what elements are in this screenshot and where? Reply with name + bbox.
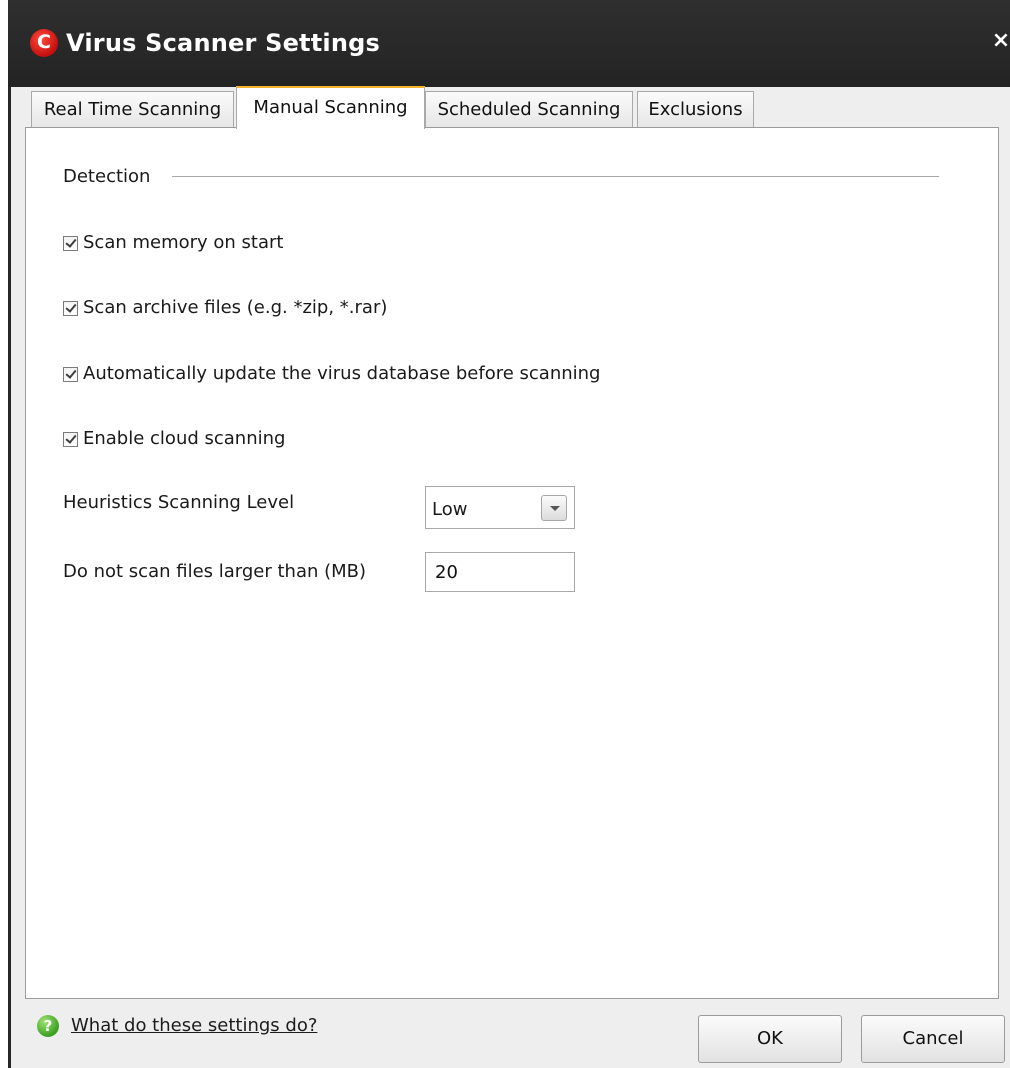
tab-real-time-scanning[interactable]: Real Time Scanning bbox=[31, 91, 234, 127]
tab-manual-scanning[interactable]: Manual Scanning bbox=[236, 86, 425, 129]
section-label-detection: Detection bbox=[63, 166, 151, 187]
heuristics-level-value: Low bbox=[432, 499, 468, 520]
question-icon: ? bbox=[37, 1015, 59, 1037]
tab-exclusions[interactable]: Exclusions bbox=[637, 91, 754, 127]
max-file-size-label: Do not scan files larger than (MB) bbox=[63, 561, 367, 582]
auto-update-label: Automatically update the virus database … bbox=[83, 363, 601, 384]
cancel-button[interactable]: Cancel bbox=[861, 1015, 1005, 1063]
option-scan-archives[interactable]: Scan archive files (e.g. *zip, *.rar) bbox=[63, 293, 387, 323]
max-file-size-input[interactable] bbox=[425, 552, 575, 592]
logo-letter: C bbox=[37, 31, 51, 53]
scan-memory-label: Scan memory on start bbox=[83, 232, 284, 253]
cloud-scanning-checkbox[interactable] bbox=[63, 431, 78, 447]
section-divider bbox=[172, 176, 939, 177]
window-title: Virus Scanner Settings bbox=[66, 29, 380, 57]
window-left-edge bbox=[8, 0, 11, 1068]
chevron-down-icon[interactable] bbox=[541, 495, 567, 521]
tab-scheduled-scanning[interactable]: Scheduled Scanning bbox=[425, 91, 633, 127]
heuristics-level-dropdown[interactable]: Low bbox=[425, 486, 575, 529]
option-cloud-scanning[interactable]: Enable cloud scanning bbox=[63, 424, 285, 454]
comodo-logo-icon: C bbox=[30, 29, 58, 57]
auto-update-checkbox[interactable] bbox=[63, 366, 78, 382]
scan-archives-checkbox[interactable] bbox=[63, 300, 78, 316]
heuristics-level-label: Heuristics Scanning Level bbox=[63, 492, 295, 513]
option-auto-update[interactable]: Automatically update the virus database … bbox=[63, 359, 600, 389]
option-scan-memory[interactable]: Scan memory on start bbox=[63, 228, 283, 258]
title-bar[interactable]: C Virus Scanner Settings × bbox=[8, 0, 1010, 87]
scan-memory-checkbox[interactable] bbox=[63, 235, 78, 251]
scan-archives-label: Scan archive files (e.g. *zip, *.rar) bbox=[83, 297, 388, 318]
cloud-scanning-label: Enable cloud scanning bbox=[83, 428, 286, 449]
close-icon[interactable]: × bbox=[990, 28, 1010, 54]
help-link[interactable]: What do these settings do? bbox=[71, 1011, 317, 1041]
ok-button[interactable]: OK bbox=[698, 1015, 842, 1063]
